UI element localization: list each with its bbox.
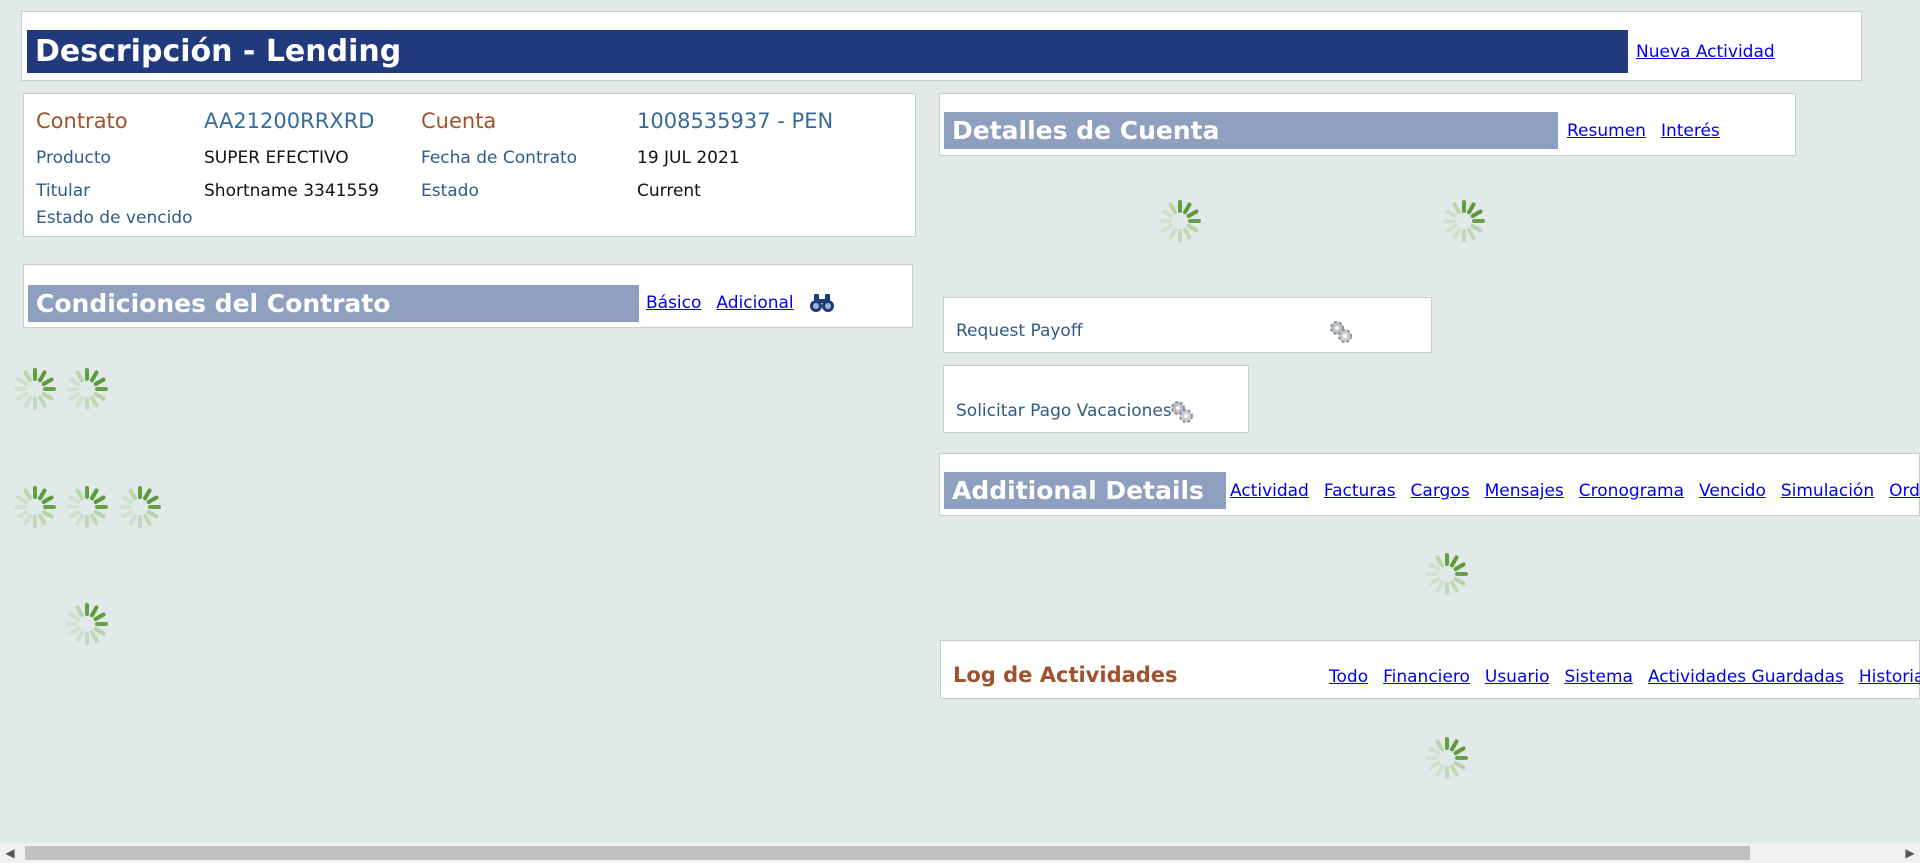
scroll-right-arrow-icon[interactable]: ▶ [1900, 843, 1920, 863]
titular-label: Titular [36, 181, 91, 201]
scroll-left-arrow-icon[interactable]: ◀ [0, 843, 20, 863]
request-payoff-label[interactable]: Request Payoff [956, 321, 1083, 341]
tab-usuario[interactable]: Usuario [1485, 667, 1550, 687]
tab-cargos[interactable]: Cargos [1411, 481, 1470, 501]
contrato-value: AA21200RRXRD [204, 109, 375, 133]
scrollbar-thumb[interactable] [25, 846, 1750, 860]
tab-todo[interactable]: Todo [1329, 667, 1368, 687]
fecha-value: 19 JUL 2021 [637, 148, 740, 168]
tab-resumen[interactable]: Resumen [1567, 121, 1646, 141]
loading-spinner-icon [66, 486, 108, 528]
titular-value: Shortname 3341559 [204, 181, 379, 201]
tab-actividad[interactable]: Actividad [1230, 481, 1309, 501]
binoculars-icon[interactable] [809, 293, 835, 313]
cuenta-value: 1008535937 - PEN [637, 109, 834, 133]
loading-spinner-icon [14, 368, 56, 410]
contract-info-panel: Contrato AA21200RRXRD Cuenta 1008535937 … [23, 93, 916, 237]
producto-value: SUPER EFECTIVO [204, 148, 349, 168]
gears-icon[interactable] [1169, 399, 1195, 425]
loading-spinner-icon [1426, 553, 1468, 595]
tab-historial[interactable]: Historial [1859, 667, 1920, 687]
page-title: Descripción - Lending [27, 30, 1628, 73]
account-details-title: Detalles de Cuenta [944, 112, 1558, 149]
horizontal-scrollbar[interactable] [0, 843, 1920, 863]
header-panel: Descripción - Lending Nueva Actividad [21, 11, 1862, 81]
loading-spinner-icon [14, 486, 56, 528]
loading-spinner-icon [1426, 737, 1468, 779]
loading-spinner-icon [1443, 200, 1485, 242]
vacation-payment-panel: Solicitar Pago Vacaciones [943, 365, 1249, 433]
producto-label: Producto [36, 148, 111, 168]
tab-basico[interactable]: Básico [646, 293, 701, 313]
tab-financiero[interactable]: Financiero [1383, 667, 1470, 687]
gears-icon[interactable] [1328, 319, 1354, 345]
tab-simulacion[interactable]: Simulación [1781, 481, 1874, 501]
estado-label: Estado [421, 181, 479, 201]
tab-mensajes[interactable]: Mensajes [1485, 481, 1564, 501]
loading-spinner-icon [66, 603, 108, 645]
vacation-payment-label[interactable]: Solicitar Pago Vacaciones [956, 401, 1172, 421]
additional-details-panel: Additional Details Actividad Facturas Ca… [939, 453, 1920, 516]
loading-spinner-icon [66, 368, 108, 410]
loading-spinner-icon [119, 486, 161, 528]
contrato-label: Contrato [36, 109, 128, 133]
additional-details-title: Additional Details [944, 472, 1226, 509]
tab-adicional[interactable]: Adicional [716, 293, 793, 313]
request-payoff-panel: Request Payoff [943, 297, 1432, 353]
tab-interes[interactable]: Interés [1661, 121, 1720, 141]
activity-log-title: Log de Actividades [953, 663, 1178, 687]
fecha-label: Fecha de Contrato [421, 148, 578, 168]
new-activity-link[interactable]: Nueva Actividad [1636, 42, 1775, 62]
tab-actividades-guardadas[interactable]: Actividades Guardadas [1648, 667, 1844, 687]
cuenta-label: Cuenta [421, 109, 497, 133]
tab-cronograma[interactable]: Cronograma [1579, 481, 1684, 501]
loading-spinner-icon [1159, 200, 1201, 242]
tab-sistema[interactable]: Sistema [1564, 667, 1632, 687]
conditions-title: Condiciones del Contrato [28, 285, 639, 322]
conditions-panel: Condiciones del Contrato Básico Adiciona… [23, 264, 913, 328]
activity-log-panel: Log de Actividades Todo Financiero Usuar… [940, 640, 1920, 699]
account-details-panel: Detalles de Cuenta Resumen Interés [939, 93, 1796, 156]
estado-vencido-label: Estado de vencido [36, 208, 193, 228]
tab-ordenes[interactable]: Ordenes [1889, 481, 1920, 501]
tab-facturas[interactable]: Facturas [1324, 481, 1396, 501]
tab-vencido[interactable]: Vencido [1699, 481, 1766, 501]
estado-value: Current [637, 181, 701, 201]
